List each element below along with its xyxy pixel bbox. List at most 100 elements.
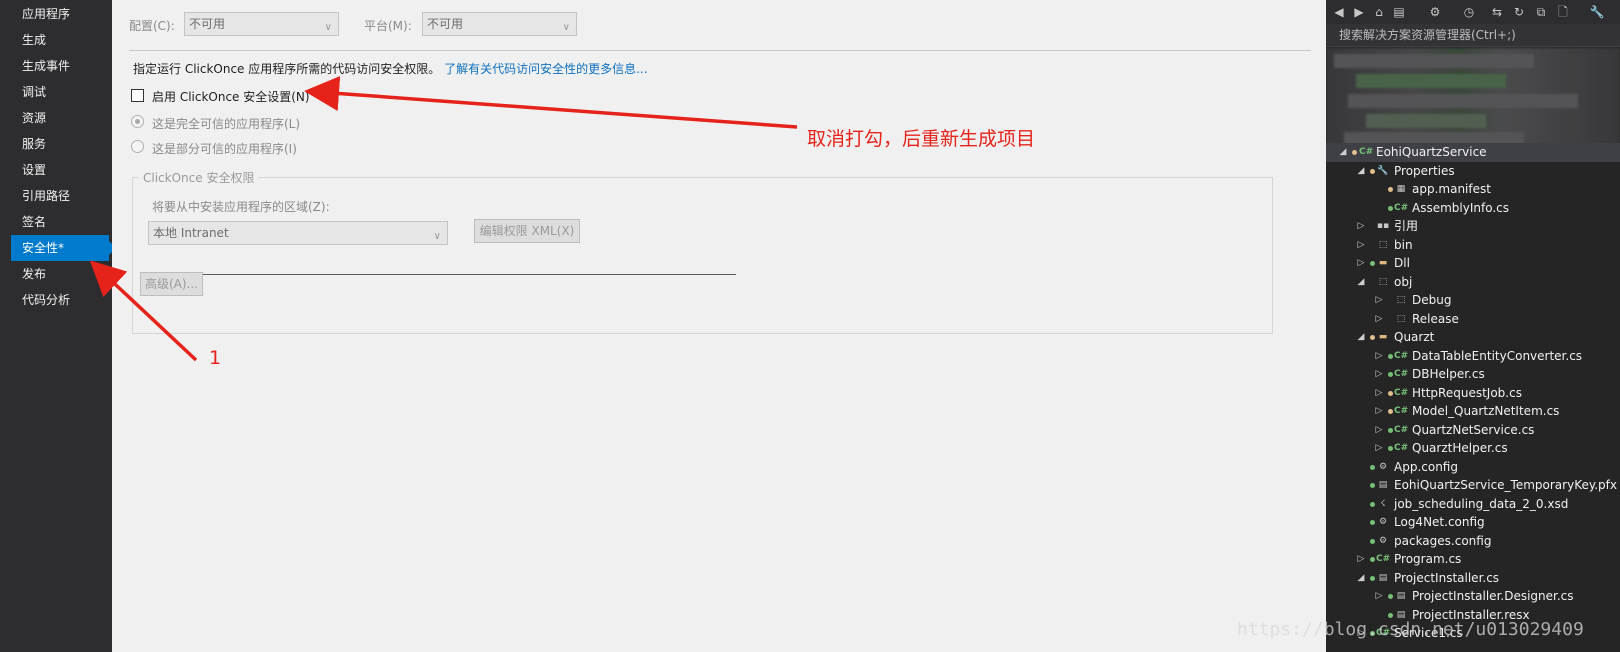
manifest-icon: ▦ (1396, 184, 1406, 194)
zone-select[interactable]: 本地 Intranet ∨ (148, 221, 448, 245)
show-all-files-icon[interactable]: 🗋 (1554, 3, 1572, 21)
platform-select[interactable]: 不可用 ∨ (422, 12, 577, 36)
refresh-icon[interactable]: ↻ (1510, 3, 1528, 21)
wrench-icon: 🔧 (1377, 166, 1389, 176)
nav-item-settings[interactable]: 设置 (11, 157, 109, 183)
folder-dotted-icon: ⬚ (1378, 240, 1388, 250)
installer-file-icon: ▤ (1378, 573, 1388, 583)
config-file-icon: ⚙ (1378, 462, 1388, 472)
folder-dotted-icon: ⬚ (1378, 277, 1388, 287)
forward-icon[interactable]: ▶ (1350, 3, 1368, 21)
tree-item-dbhelper[interactable]: ▷ C# DBHelper.cs (1326, 365, 1620, 384)
tree-item-debug[interactable]: ▷ ⬚ Debug (1326, 291, 1620, 310)
tree-item-quarzthelper[interactable]: ▷ C# QuarztHelper.cs (1326, 439, 1620, 458)
full-trust-radio[interactable] (131, 115, 144, 128)
history-icon[interactable]: ◷ (1460, 3, 1478, 21)
divider (129, 50, 1311, 51)
certificate-icon: ▤ (1378, 480, 1388, 490)
config-select-value: 不可用 (189, 17, 226, 31)
back-icon[interactable]: ◀ (1330, 3, 1348, 21)
advanced-button[interactable]: 高级(A)... (140, 272, 203, 296)
nav-item-resources[interactable]: 资源 (11, 105, 109, 131)
tree-item-dll[interactable]: ▷ ▬ Dll (1326, 254, 1620, 273)
divider (140, 274, 736, 275)
csharp-file-icon: C# (1394, 425, 1409, 435)
tree-item-app-config[interactable]: ⚙ App.config (1326, 458, 1620, 477)
tree-item-project[interactable]: ◢ C# EohiQuartzService (1326, 143, 1620, 162)
security-page: 配置(C): 不可用 ∨ 平台(M): 不可用 ∨ 指定运行 ClickOnce… (112, 0, 1326, 652)
zone-label: 将要从中安装应用程序的区域(Z): (152, 200, 330, 214)
csharp-project-icon: C# (1359, 147, 1374, 157)
csharp-file-icon: C# (1394, 443, 1409, 453)
tree-item-references[interactable]: ▷ ▪▪ 引用 (1326, 217, 1620, 236)
tree-item-app-manifest[interactable]: ▦ app.manifest (1326, 180, 1620, 199)
tree-item-properties[interactable]: ◢ 🔧 Properties (1326, 162, 1620, 181)
nav-item-debug[interactable]: 调试 (11, 79, 109, 105)
partial-trust-radio[interactable] (131, 140, 144, 153)
watermark: https://blog.csdn.net/u013029409 (1237, 619, 1584, 640)
tree-item-obj[interactable]: ◢ ⬚ obj (1326, 273, 1620, 292)
nav-item-publish[interactable]: 发布 (11, 261, 109, 287)
platform-select-value: 不可用 (427, 17, 464, 31)
csharp-file-icon: C# (1394, 406, 1409, 416)
partial-trust-label: 这是部分可信的应用程序(I) (152, 142, 297, 156)
full-trust-label: 这是完全可信的应用程序(L) (152, 117, 301, 131)
platform-label: 平台(M): (364, 19, 412, 33)
config-file-icon: ⚙ (1378, 517, 1388, 527)
nav-item-services[interactable]: 服务 (11, 131, 109, 157)
collapse-all-icon[interactable]: ⧉ (1532, 3, 1550, 21)
tree-item-log4net-config[interactable]: ⚙ Log4Net.config (1326, 513, 1620, 532)
pending-changes-icon[interactable]: ⚙ (1426, 3, 1444, 21)
config-select[interactable]: 不可用 ∨ (184, 12, 339, 36)
solution-explorer-search[interactable]: 搜索解决方案资源管理器(Ctrl+;) (1326, 24, 1620, 47)
solution-explorer: ◀ ▶ ⌂ ▤ ⚙ ◷ ⇆ ↻ ⧉ 🗋 🔧 搜索解决方案资源管理器(Ctrl+;… (1326, 0, 1620, 652)
tree-item-packages-config[interactable]: ⚙ packages.config (1326, 532, 1620, 551)
csharp-file-icon: C# (1394, 351, 1409, 361)
csharp-file-icon: C# (1394, 203, 1409, 213)
tree-item-bin[interactable]: ▷ ⬚ bin (1326, 236, 1620, 255)
nav-item-security[interactable]: 安全性* (11, 235, 116, 261)
references-icon: ▪▪ (1376, 221, 1390, 231)
folder-dotted-icon: ⬚ (1396, 314, 1406, 324)
designer-file-icon: ▤ (1396, 591, 1406, 601)
properties-wrench-icon[interactable]: 🔧 (1588, 3, 1606, 21)
tree-item-httprequestjob[interactable]: ▷ C# HttpRequestJob.cs (1326, 384, 1620, 403)
config-label: 配置(C): (129, 19, 175, 33)
home-icon[interactable]: ⌂ (1370, 3, 1388, 21)
nav-item-build[interactable]: 生成 (11, 27, 109, 53)
solution-explorer-toolbar: ◀ ▶ ⌂ ▤ ⚙ ◷ ⇆ ↻ ⧉ 🗋 🔧 (1326, 0, 1620, 24)
nav-item-code-analysis[interactable]: 代码分析 (11, 287, 109, 313)
sync-icon[interactable]: ⇆ (1488, 3, 1506, 21)
edit-permissions-xml-button[interactable]: 编辑权限 XML(X) (474, 219, 580, 243)
config-file-icon: ⚙ (1378, 536, 1388, 546)
zone-select-value: 本地 Intranet (153, 226, 229, 240)
tree-item-temporarykey[interactable]: ▤ EohiQuartzService_TemporaryKey.pfx (1326, 476, 1620, 495)
learn-more-link[interactable]: 了解有关代码访问安全性的更多信息... (444, 62, 647, 76)
chevron-down-icon: ∨ (562, 22, 570, 33)
enable-clickonce-checkbox[interactable] (131, 89, 144, 102)
folder-open-icon: ▬ (1378, 332, 1388, 342)
tree-item-model-quartznetitem[interactable]: ▷ C# Model_QuartzNetItem.cs (1326, 402, 1620, 421)
chevron-down-icon: ∨ (433, 231, 441, 242)
nav-item-application[interactable]: 应用程序 (11, 1, 109, 27)
nav-item-signing[interactable]: 签名 (11, 209, 109, 235)
enable-clickonce-label[interactable]: 启用 ClickOnce 安全设置(N) (152, 88, 310, 105)
tree-item-program[interactable]: ▷ C# Program.cs (1326, 550, 1620, 569)
csharp-file-icon: C# (1394, 388, 1409, 398)
description-text: 指定运行 ClickOnce 应用程序所需的代码访问安全权限。 (133, 62, 441, 76)
switch-views-icon[interactable]: ▤ (1390, 3, 1408, 21)
tree-item-xsd[interactable]: ☇ job_scheduling_data_2_0.xsd (1326, 495, 1620, 514)
nav-item-build-events[interactable]: 生成事件 (11, 53, 109, 79)
tree-item-projectinstaller-designer[interactable]: ▷ ▤ ProjectInstaller.Designer.cs (1326, 587, 1620, 606)
security-description: 指定运行 ClickOnce 应用程序所需的代码访问安全权限。 了解有关代码访问… (133, 60, 648, 77)
tree-item-quartznetservice[interactable]: ▷ C# QuartzNetService.cs (1326, 421, 1620, 440)
tree-item-release[interactable]: ▷ ⬚ Release (1326, 310, 1620, 329)
schema-file-icon: ☇ (1380, 499, 1386, 509)
tree-item-projectinstaller[interactable]: ◢ ▤ ProjectInstaller.cs (1326, 569, 1620, 588)
property-page-nav: 应用程序 生成 生成事件 调试 资源 服务 设置 引用路径 签名 安全性* 发布… (0, 0, 116, 652)
nav-item-reference-paths[interactable]: 引用路径 (11, 183, 109, 209)
folder-dotted-icon: ⬚ (1396, 295, 1406, 305)
tree-item-quarzt[interactable]: ◢ ▬ Quarzt (1326, 328, 1620, 347)
tree-item-datatableentityconverter[interactable]: ▷ C# DataTableEntityConverter.cs (1326, 347, 1620, 366)
tree-item-assemblyinfo[interactable]: C# AssemblyInfo.cs (1326, 199, 1620, 218)
